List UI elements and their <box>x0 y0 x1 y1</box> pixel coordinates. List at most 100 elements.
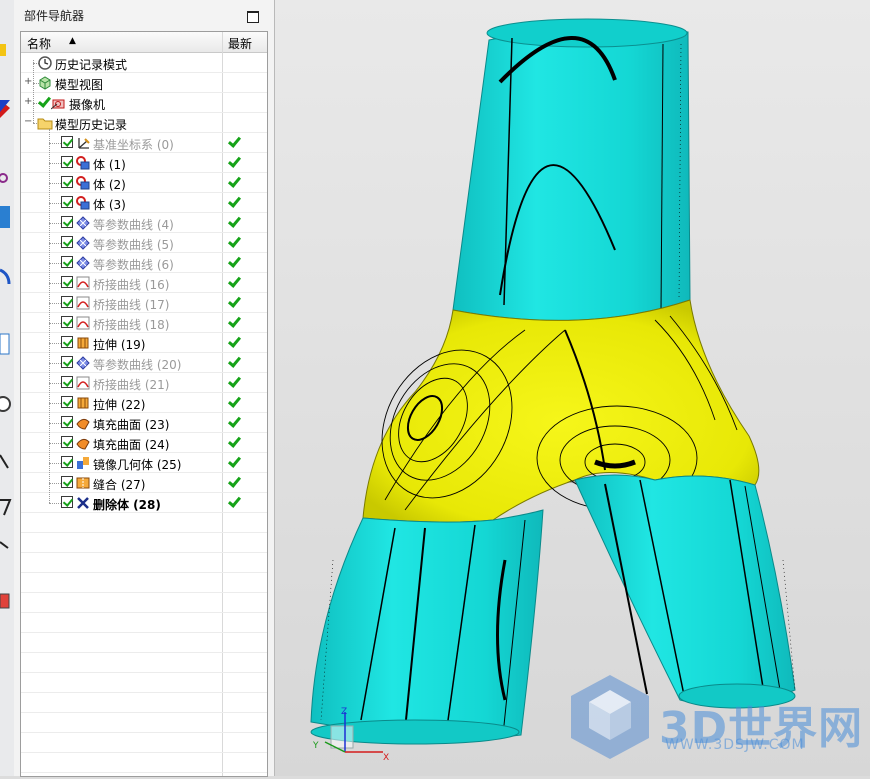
empty-row <box>21 593 267 613</box>
tree-row[interactable]: + 模型视图 <box>21 73 267 93</box>
visibility-checkbox[interactable] <box>61 296 73 308</box>
tree-row[interactable]: 等参数曲线 (20) <box>21 353 267 373</box>
column-latest-header[interactable]: 最新 <box>228 35 252 52</box>
fill-surface-icon <box>76 418 90 430</box>
visibility-checkbox[interactable] <box>61 276 73 288</box>
latest-check-icon <box>228 436 239 447</box>
tree-row[interactable]: 等参数曲线 (4) <box>21 213 267 233</box>
visibility-checkbox[interactable] <box>61 176 73 188</box>
feature-tree: 名称 ▲ 最新 历史记录模式 + 模型视图 + 摄像机 − 模型历史记录基准坐标系 (0) 体… <box>20 31 268 777</box>
left-leg <box>310 509 544 739</box>
empty-row <box>21 513 267 533</box>
latest-check-icon <box>228 316 239 327</box>
tree-row[interactable]: 拉伸 (22) <box>21 393 267 413</box>
tree-row[interactable]: 桥接曲线 (18) <box>21 313 267 333</box>
tree-row[interactable]: 桥接曲线 (16) <box>21 273 267 293</box>
extrude-icon <box>77 397 89 409</box>
body-icon <box>76 156 90 170</box>
sort-ascending-icon[interactable]: ▲ <box>69 36 76 46</box>
tree-connector <box>49 423 61 424</box>
tree-guide <box>49 129 50 503</box>
latest-check-icon <box>228 396 239 407</box>
expand-icon[interactable]: + <box>24 77 32 87</box>
datum-csys-icon <box>78 138 90 149</box>
bridge-curve-icon <box>76 316 90 330</box>
maximize-icon[interactable] <box>247 11 259 23</box>
tree-row[interactable]: + 摄像机 <box>21 93 267 113</box>
latest-check-icon <box>228 456 239 467</box>
tree-item-label: 填充曲面 (24) <box>93 438 170 452</box>
tree-row[interactable]: 等参数曲线 (5) <box>21 233 267 253</box>
visibility-checkbox[interactable] <box>61 316 73 328</box>
tree-item-label: 桥接曲线 (17) <box>93 298 170 312</box>
tree-item-label: 缝合 (27) <box>93 478 146 492</box>
tree-item-label: 基准坐标系 (0) <box>93 138 174 152</box>
tree-row[interactable]: 拉伸 (19) <box>21 333 267 353</box>
body-icon <box>76 196 90 210</box>
visibility-checkbox[interactable] <box>61 336 73 348</box>
tree-row[interactable]: 删除体 (28) <box>21 493 267 513</box>
tree-row[interactable]: 体 (1) <box>21 153 267 173</box>
tree-row[interactable]: 体 (2) <box>21 173 267 193</box>
clock-tool-icon <box>0 396 11 412</box>
tree-row[interactable]: 历史记录模式 <box>21 53 267 73</box>
visibility-checkbox[interactable] <box>61 436 73 448</box>
expand-icon[interactable]: + <box>24 97 32 107</box>
visibility-checkbox[interactable] <box>61 396 73 408</box>
tree-row[interactable]: 桥接曲线 (17) <box>21 293 267 313</box>
latest-check-icon <box>228 156 239 167</box>
tree-item-label: 体 (1) <box>93 158 126 172</box>
empty-row <box>21 553 267 573</box>
tree-item-label: 镜像几何体 (25) <box>93 458 182 472</box>
visibility-checkbox[interactable] <box>61 136 73 148</box>
tree-row[interactable]: 桥接曲线 (21) <box>21 373 267 393</box>
visibility-checkbox[interactable] <box>61 216 73 228</box>
isoparametric-curve-icon <box>76 356 90 370</box>
latest-check-icon <box>228 276 239 287</box>
model-3d-view[interactable]: Z X Y <box>275 0 870 776</box>
visibility-checkbox[interactable] <box>61 356 73 368</box>
empty-row <box>21 733 267 753</box>
visibility-checkbox[interactable] <box>61 256 73 268</box>
tree-item-label: 等参数曲线 (6) <box>93 258 174 272</box>
latest-check-icon <box>228 416 239 427</box>
tree-row[interactable]: 缝合 (27) <box>21 473 267 493</box>
resource-bar <box>0 0 15 776</box>
collapse-icon[interactable]: − <box>24 117 32 127</box>
visibility-checkbox[interactable] <box>61 236 73 248</box>
graphics-window[interactable]: Z X Y 3D世界网 WWW.3DSJW.COM <box>275 0 870 776</box>
tree-item-label: 等参数曲线 (5) <box>93 238 174 252</box>
tree-row[interactable]: − 模型历史记录 <box>21 113 267 133</box>
tree-item-label: 桥接曲线 (21) <box>93 378 170 392</box>
tree-row[interactable]: 填充曲面 (24) <box>21 433 267 453</box>
tree-connector <box>49 443 61 444</box>
visibility-checkbox[interactable] <box>61 376 73 388</box>
latest-check-icon <box>228 356 239 367</box>
empty-row <box>21 673 267 693</box>
visibility-checkbox[interactable] <box>61 456 73 468</box>
web-browser-icon <box>0 268 11 285</box>
visibility-checkbox[interactable] <box>61 416 73 428</box>
empty-row <box>21 753 267 773</box>
extrude-icon <box>77 337 89 349</box>
tree-item-label: 等参数曲线 (4) <box>93 218 174 232</box>
isoparametric-curve-icon <box>76 256 90 270</box>
tree-item-label: 桥接曲线 (16) <box>93 278 170 292</box>
delete-body-icon <box>77 497 89 509</box>
tree-row[interactable]: 基准坐标系 (0) <box>21 133 267 153</box>
latest-check-icon <box>228 136 239 147</box>
sew-icon <box>76 477 90 489</box>
column-name-header[interactable]: 名称 <box>27 35 51 52</box>
visibility-checkbox[interactable] <box>61 156 73 168</box>
active-check-icon <box>38 96 49 107</box>
tree-connector <box>49 143 61 144</box>
visibility-checkbox[interactable] <box>61 196 73 208</box>
triad-x-label: X <box>383 753 389 763</box>
tree-row[interactable]: 体 (3) <box>21 193 267 213</box>
tree-row[interactable]: 镜像几何体 (25) <box>21 453 267 473</box>
visibility-checkbox[interactable] <box>61 476 73 488</box>
tree-row[interactable]: 等参数曲线 (6) <box>21 253 267 273</box>
visibility-checkbox[interactable] <box>61 496 73 508</box>
tree-row[interactable]: 填充曲面 (23) <box>21 413 267 433</box>
tree-item-label: 模型历史记录 <box>55 118 128 132</box>
